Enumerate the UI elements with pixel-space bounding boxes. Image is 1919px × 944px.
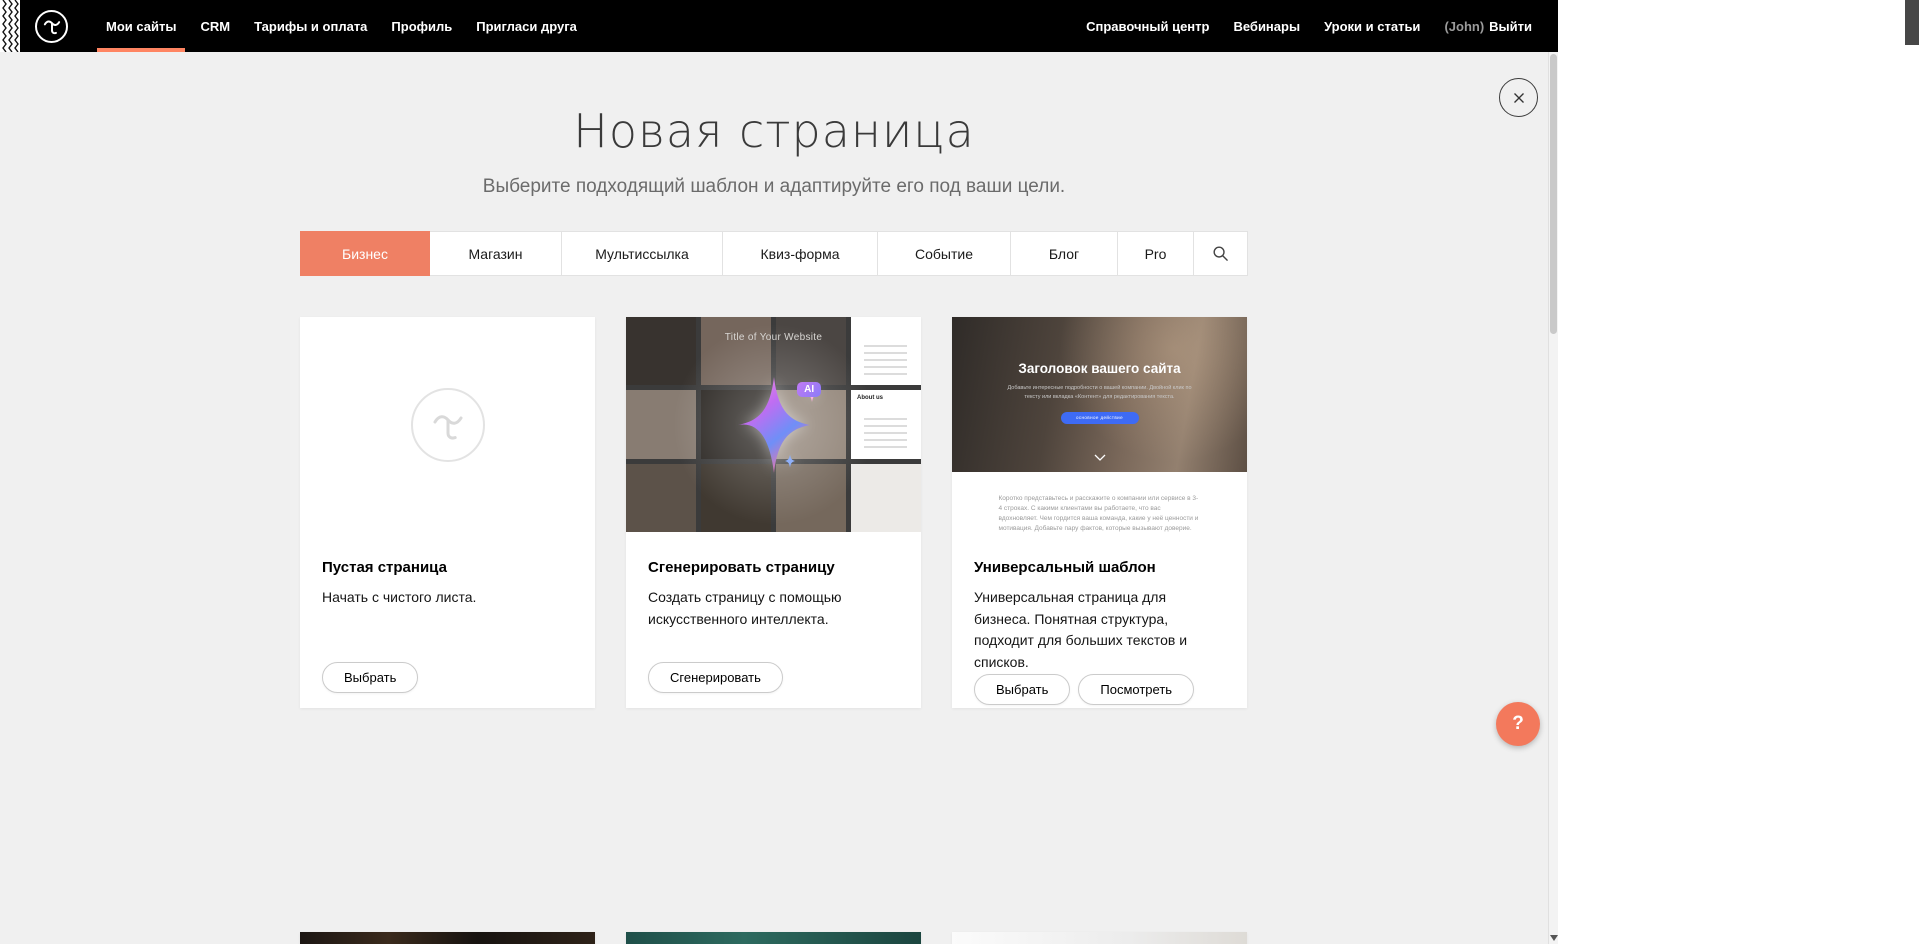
nav-help-center-label: Справочный центр bbox=[1086, 19, 1209, 34]
card-title: Универсальный шаблон bbox=[974, 559, 1225, 576]
close-icon bbox=[1512, 91, 1526, 105]
card-title: Сгенерировать страницу bbox=[648, 559, 899, 576]
nav-lessons-label: Уроки и статьи bbox=[1324, 19, 1420, 34]
tab-pro[interactable]: Pro bbox=[1118, 232, 1194, 275]
search-icon bbox=[1212, 245, 1229, 262]
close-button[interactable] bbox=[1499, 78, 1538, 117]
zigzag-decoration bbox=[0, 0, 20, 52]
card-title: Пустая страница bbox=[322, 559, 573, 576]
new-page-dialog: Новая страница Выберите подходящий шабло… bbox=[0, 52, 1548, 944]
template-card-partial-teal[interactable] bbox=[626, 932, 921, 944]
tab-shop[interactable]: Магазин bbox=[430, 232, 562, 275]
select-universal-button[interactable]: Выбрать bbox=[974, 674, 1070, 705]
secondary-navigation: Справочный центр Вебинары Уроки и статьи… bbox=[1074, 0, 1544, 52]
nav-my-sites[interactable]: Мои сайты bbox=[94, 0, 188, 52]
page-title: Новая страница bbox=[300, 108, 1248, 154]
template-card-ai-generate[interactable]: About us Title of Your Website bbox=[626, 317, 921, 708]
scrollbar-thumb[interactable] bbox=[1550, 54, 1557, 334]
tilda-watermark-icon bbox=[411, 388, 485, 462]
ai-preview: About us Title of Your Website bbox=[626, 317, 921, 532]
ai-badge: AI bbox=[797, 382, 821, 397]
window-scrollbar-thumb[interactable] bbox=[1905, 0, 1919, 45]
tab-blog[interactable]: Блог bbox=[1011, 232, 1118, 275]
preview-hero-title: Заголовок вашего сайта bbox=[1018, 361, 1180, 376]
template-card-universal[interactable]: Заголовок вашего сайта Добавьте интересн… bbox=[952, 317, 1247, 708]
tab-event[interactable]: Событие bbox=[878, 232, 1011, 275]
tilda-logo-icon[interactable] bbox=[35, 10, 68, 43]
nav-crm-label: CRM bbox=[200, 19, 230, 34]
card-description: Начать с чистого листа. bbox=[322, 587, 573, 609]
page-scrollbar[interactable] bbox=[1548, 52, 1558, 944]
nav-help-center[interactable]: Справочный центр bbox=[1074, 0, 1221, 52]
nav-webinars-label: Вебинары bbox=[1233, 19, 1300, 34]
preview-hero-subtitle: Добавьте интересные подробности о вашей … bbox=[1005, 384, 1195, 402]
preview-hero-button: основное действие bbox=[1061, 412, 1139, 424]
top-navbar: Мои сайты CRM Тарифы и оплата Профиль Пр… bbox=[0, 0, 1558, 52]
logout-link[interactable]: (John) Выйти bbox=[1432, 0, 1544, 52]
nav-profile[interactable]: Профиль bbox=[379, 0, 464, 52]
logout-label: Выйти bbox=[1489, 19, 1532, 34]
card-description: Универсальная страница для бизнеса. Поня… bbox=[974, 587, 1225, 674]
ai-sparkle-icon bbox=[626, 317, 921, 532]
scrollbar-down-arrow-icon[interactable] bbox=[1550, 935, 1558, 941]
nav-webinars[interactable]: Вебинары bbox=[1221, 0, 1312, 52]
nav-lessons[interactable]: Уроки и статьи bbox=[1312, 0, 1432, 52]
tab-quiz-form[interactable]: Квиз-форма bbox=[723, 232, 878, 275]
select-blank-button[interactable]: Выбрать bbox=[322, 662, 418, 693]
nav-my-sites-label: Мои сайты bbox=[106, 19, 176, 34]
primary-navigation: Мои сайты CRM Тарифы и оплата Профиль Пр… bbox=[94, 0, 589, 52]
tab-business[interactable]: Бизнес bbox=[300, 231, 430, 276]
template-category-tabs: Бизнес Магазин Мультиссылка Квиз-форма С… bbox=[300, 231, 1248, 276]
chevron-down-icon bbox=[1094, 448, 1106, 466]
preview-hero: Заголовок вашего сайта Добавьте интересн… bbox=[952, 317, 1247, 472]
view-universal-button[interactable]: Посмотреть bbox=[1078, 674, 1194, 705]
template-card-partial-light[interactable] bbox=[952, 932, 1247, 944]
nav-tariffs-label: Тарифы и оплата bbox=[254, 19, 367, 34]
generate-button[interactable]: Сгенерировать bbox=[648, 662, 783, 693]
page-subtitle: Выберите подходящий шаблон и адаптируйте… bbox=[300, 176, 1248, 198]
nav-invite-friend-label: Пригласи друга bbox=[476, 19, 577, 34]
nav-tariffs[interactable]: Тарифы и оплата bbox=[242, 0, 379, 52]
preview-text-section: Коротко представьтесь и расскажите о ком… bbox=[952, 472, 1247, 532]
tilda-app-window: Мои сайты CRM Тарифы и оплата Профиль Пр… bbox=[0, 0, 1558, 944]
user-name: (John) bbox=[1444, 19, 1484, 34]
template-grid: Пустая страница Начать с чистого листа. … bbox=[300, 317, 1248, 708]
help-button[interactable]: ? bbox=[1496, 702, 1540, 746]
tab-multilink[interactable]: Мультиссылка bbox=[562, 232, 723, 275]
card-description: Создать страницу с помощью искусственног… bbox=[648, 587, 899, 630]
blank-preview bbox=[300, 317, 595, 532]
preview-paragraph: Коротко представьтесь и расскажите о ком… bbox=[999, 494, 1201, 532]
template-card-partial-dark[interactable] bbox=[300, 932, 595, 944]
template-card-blank[interactable]: Пустая страница Начать с чистого листа. … bbox=[300, 317, 595, 708]
tab-search[interactable] bbox=[1194, 232, 1247, 275]
nav-invite-friend[interactable]: Пригласи друга bbox=[464, 0, 589, 52]
universal-preview: Заголовок вашего сайта Добавьте интересн… bbox=[952, 317, 1247, 532]
nav-crm[interactable]: CRM bbox=[188, 0, 242, 52]
nav-profile-label: Профиль bbox=[391, 19, 452, 34]
template-grid-row2 bbox=[300, 932, 1248, 944]
